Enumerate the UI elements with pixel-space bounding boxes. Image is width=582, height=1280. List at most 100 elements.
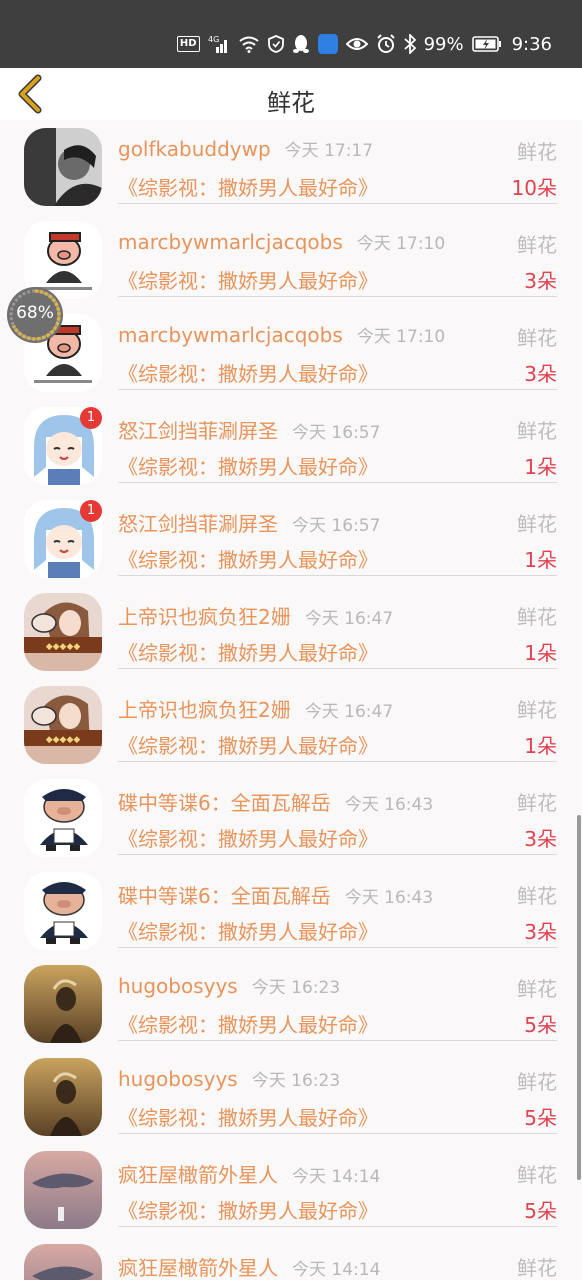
gift-type: 鲜花 <box>517 977 557 1001</box>
user-name[interactable]: 上帝识也疯负狂2姗 <box>118 605 291 629</box>
book-title[interactable]: 《综影视：撒娇男人最好命》 <box>118 1009 378 1038</box>
gift-type: 鲜花 <box>517 326 557 350</box>
list-item[interactable]: golfkabuddywp 今天 17:17 鲜花 《综影视：撒娇男人最好命》 10朵 <box>0 122 582 215</box>
timestamp: 今天 14:14 <box>292 1167 381 1187</box>
avatar[interactable] <box>24 1151 102 1229</box>
avatar[interactable] <box>24 128 102 206</box>
list-item[interactable]: hugobosyys 今天 16:23 鲜花《综影视：撒娇男人最好命》 5朵 <box>0 1052 582 1145</box>
user-name[interactable]: 怒江剑挡菲涮屏圣 <box>118 419 278 443</box>
timestamp: 今天 17:10 <box>356 327 446 347</box>
gift-type: 鲜花 <box>517 1070 557 1094</box>
battery-icon <box>471 36 502 52</box>
list-item[interactable]: 1 怒江剑挡菲涮屏圣 今天 16:57 鲜花《综影视：撒娇男人最好命》 1朵 <box>0 401 582 494</box>
list-item[interactable]: marcbywmarlcjacqobs 今天 17:10 鲜花 《综影视：撒娇男人最好… <box>0 215 582 308</box>
avatar[interactable]: ◆◆◆◆◆ <box>24 686 102 764</box>
notification-badge: 1 <box>80 500 102 522</box>
timestamp: 今天 16:43 <box>344 795 434 815</box>
gift-count: 5朵 <box>524 1199 557 1223</box>
timestamp: 今天 16:23 <box>251 1071 341 1091</box>
timestamp: 今天 16:23 <box>251 978 341 998</box>
book-title[interactable]: 《综影视：撒娇男人最好命》 <box>118 451 378 480</box>
status-bar: HD 4G 99% 9:36 <box>0 0 582 68</box>
book-title[interactable]: 《综影视：撒娇男人最好命》 <box>118 730 378 759</box>
user-name[interactable]: golfkabuddywp <box>118 137 271 161</box>
gift-type: 鲜花 <box>517 419 557 443</box>
gift-count: 5朵 <box>524 1013 557 1037</box>
divider <box>118 854 557 855</box>
avatar[interactable] <box>24 1244 102 1280</box>
avatar[interactable] <box>24 1058 102 1136</box>
gift-count: 1朵 <box>524 455 557 479</box>
divider <box>118 389 557 390</box>
book-title[interactable]: 《综影视：撒娇男人最好命》 <box>118 916 378 945</box>
status-icons: HD 4G 99% 9:36 <box>176 30 552 58</box>
list-item[interactable]: hugobosyys 今天 16:23 鲜花《综影视：撒娇男人最好命》 5朵 <box>0 959 582 1052</box>
gift-type: 鲜花 <box>517 791 557 815</box>
gift-count: 3朵 <box>524 362 557 386</box>
hd-badge: HD <box>176 36 200 52</box>
book-title[interactable]: 《综影视：撒娇男人最好命》 <box>118 1195 378 1224</box>
timestamp: 今天 16:47 <box>304 702 394 722</box>
divider <box>118 1226 557 1227</box>
list-item[interactable]: ◆◆◆◆◆ 上帝识也疯负狂2姗 今天 16:47 鲜花 《综影视：撒娇男人最好命》 1朵 <box>0 587 582 680</box>
clock: 9:36 <box>511 33 552 55</box>
book-title[interactable]: 《综影视：撒娇男人最好命》 <box>118 637 378 666</box>
gift-count: 1朵 <box>524 734 557 758</box>
svg-text:◆◆◆◆◆: ◆◆◆◆◆ <box>46 735 81 745</box>
user-name[interactable]: 碟中等谍6：全面瓦解岳 <box>118 791 331 815</box>
list-item[interactable]: 碟中等谍6：全面瓦解岳 今天 16:43 鲜花 《综影视：撒娇男人最好命》 3朵 <box>0 773 582 866</box>
gift-count: 3朵 <box>524 269 557 293</box>
floating-speed-widget[interactable]: 68% <box>7 287 63 343</box>
book-title[interactable]: 《综影视：撒娇男人最好命》 <box>118 265 378 294</box>
divider <box>118 761 557 762</box>
user-name[interactable]: marcbywmarlcjacqobs <box>118 230 343 254</box>
divider <box>118 1133 557 1134</box>
list-item[interactable]: marcbywmarlcjacqobs 今天 17:10 鲜花《综影视：撒娇男人最好… <box>0 308 582 401</box>
timestamp: 今天 16:57 <box>292 516 381 536</box>
book-title[interactable]: 《综影视：撒娇男人最好命》 <box>118 358 378 387</box>
list-item[interactable]: 疯狂屋橄箭外星人今天 14:14鲜花《综影视：撒娇男人最好命》 <box>0 1238 582 1280</box>
book-title[interactable]: 《综影视：撒娇男人最好命》 <box>118 172 378 201</box>
list-item[interactable]: 疯狂屋橄箭外星人 今天 14:14 鲜花 《综影视：撒娇男人最好命》 5朵 <box>0 1145 582 1238</box>
book-title[interactable]: 《综影视：撒娇男人最好命》 <box>118 823 378 852</box>
user-name[interactable]: 碟中等谍6：全面瓦解岳 <box>118 884 331 908</box>
timestamp: 今天 16:57 <box>292 423 381 443</box>
gift-count: 5朵 <box>524 1106 557 1130</box>
list-item[interactable]: 1 怒江剑挡菲涮屏圣 今天 16:57 鲜花 《综影视：撒娇男人最好命》 1朵 <box>0 494 582 587</box>
avatar[interactable] <box>24 779 102 857</box>
user-name[interactable]: 疯狂屋橄箭外星人 <box>118 1163 278 1187</box>
avatar[interactable] <box>24 965 102 1043</box>
notification-badge: 1 <box>80 407 102 429</box>
list-item[interactable]: 碟中等谍6：全面瓦解岳 今天 16:43 鲜花 《综影视：撒娇男人最好命》 3朵 <box>0 866 582 959</box>
gift-type: 鲜花 <box>517 884 557 908</box>
divider <box>118 575 557 576</box>
user-name[interactable]: 上帝识也疯负狂2姗 <box>118 698 291 722</box>
divider <box>118 203 557 204</box>
battery-percent: 99% <box>423 33 464 55</box>
eye-icon <box>345 36 368 52</box>
signal-icon: 4G <box>208 35 230 53</box>
gift-type: 鲜花 <box>517 233 557 257</box>
user-name[interactable]: hugobosyys <box>118 1067 238 1091</box>
book-title[interactable]: 《综影视：撒娇男人最好命》 <box>118 544 378 573</box>
avatar[interactable] <box>24 872 102 950</box>
scrollbar[interactable] <box>577 815 581 1180</box>
book-title[interactable]: 《综影视：撒娇男人最好命》 <box>118 1102 378 1131</box>
gift-record-list[interactable]: golfkabuddywp 今天 17:17 鲜花 《综影视：撒娇男人最好命》 10朵 m… <box>0 120 582 1280</box>
user-name[interactable]: 疯狂屋橄箭外星人 <box>118 1256 278 1280</box>
speed-percent: 68% <box>16 303 54 323</box>
qq-icon <box>292 34 310 54</box>
user-name[interactable]: 怒江剑挡菲涮屏圣 <box>118 512 278 536</box>
gift-type: 鲜花 <box>517 140 557 164</box>
page-title: 鲜花 <box>267 89 315 117</box>
list-item[interactable]: ◆◆◆◆◆ 上帝识也疯负狂2姗 今天 16:47 鲜花 《综影视：撒娇男人最好命》 1朵 <box>0 680 582 773</box>
divider <box>118 296 557 297</box>
gift-count: 1朵 <box>524 548 557 572</box>
user-name[interactable]: hugobosyys <box>118 974 238 998</box>
bluetooth-icon <box>403 34 416 54</box>
gift-count: 3朵 <box>524 920 557 944</box>
avatar[interactable]: ◆◆◆◆◆ <box>24 593 102 671</box>
app-notification-icon <box>317 34 338 54</box>
user-name[interactable]: marcbywmarlcjacqobs <box>118 323 343 347</box>
divider <box>118 482 557 483</box>
